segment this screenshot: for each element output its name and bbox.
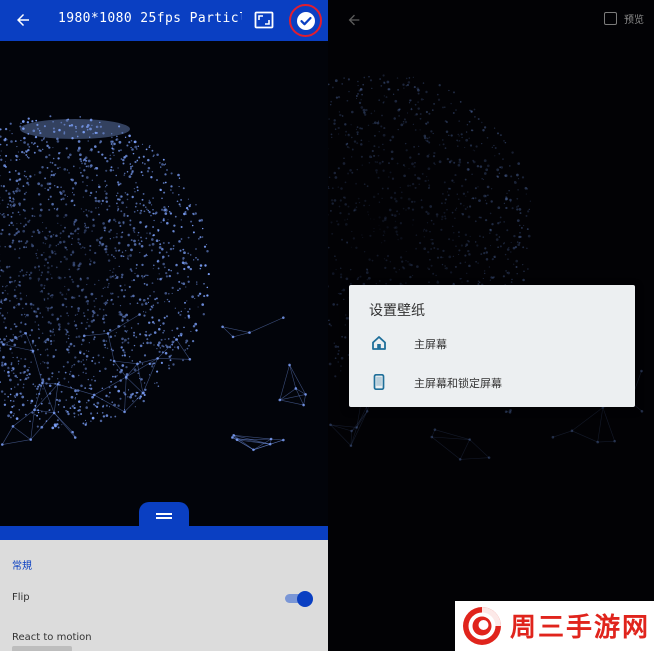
option-home-screen[interactable]: 主屏幕	[349, 326, 635, 360]
preview-label: 预览	[624, 15, 644, 26]
sheet-drag-handle[interactable]	[139, 502, 189, 530]
particle-globe-wallpaper	[0, 41, 328, 528]
option-label: 主屏幕	[414, 338, 447, 351]
arrow-left-icon	[348, 14, 360, 26]
check-circle-icon	[296, 11, 315, 30]
menu-lines-icon	[156, 517, 172, 519]
watermark-text: 周三手游网	[510, 613, 651, 643]
set-wallpaper-screen: 预览 设置壁纸 主屏幕 主屏幕和锁定屏幕	[328, 0, 654, 651]
option-home-and-lock-screen[interactable]: 主屏幕和锁定屏幕	[349, 365, 635, 399]
react-to-motion-summary	[12, 646, 72, 651]
section-header: 常規	[12, 561, 32, 572]
set-wallpaper-dialog: 设置壁纸 主屏幕 主屏幕和锁定屏幕	[349, 285, 635, 407]
dialog-title: 设置壁纸	[369, 303, 425, 319]
apply-wallpaper-button[interactable]	[289, 4, 322, 37]
settings-sheet: 常規 Flip React to motion	[0, 540, 328, 651]
home-icon	[372, 336, 386, 350]
arrow-left-icon	[17, 14, 29, 26]
wallpaper-title: 1980*1080 25fps Particl···	[58, 11, 242, 26]
app-bar: 1980*1080 25fps Particl···	[0, 0, 328, 41]
back-button[interactable]	[10, 7, 36, 33]
option-label: 主屏幕和锁定屏幕	[414, 377, 502, 390]
crop-button[interactable]	[252, 8, 276, 32]
phone-icon	[373, 374, 385, 390]
swirl-logo-icon	[463, 607, 501, 645]
react-to-motion-label: React to motion	[12, 632, 92, 643]
flip-toggle[interactable]	[285, 591, 315, 607]
back-button-dimmed[interactable]	[342, 8, 366, 32]
toggle-thumb	[297, 591, 313, 607]
wallpaper-editor-screen: 1980*1080 25fps Particl··· 常規 Flip React…	[0, 0, 328, 651]
site-watermark-logo: 周三手游网	[455, 601, 654, 651]
preview-checkbox[interactable]	[604, 12, 617, 25]
crop-frame-icon	[254, 11, 274, 29]
flip-label: Flip	[12, 592, 30, 603]
